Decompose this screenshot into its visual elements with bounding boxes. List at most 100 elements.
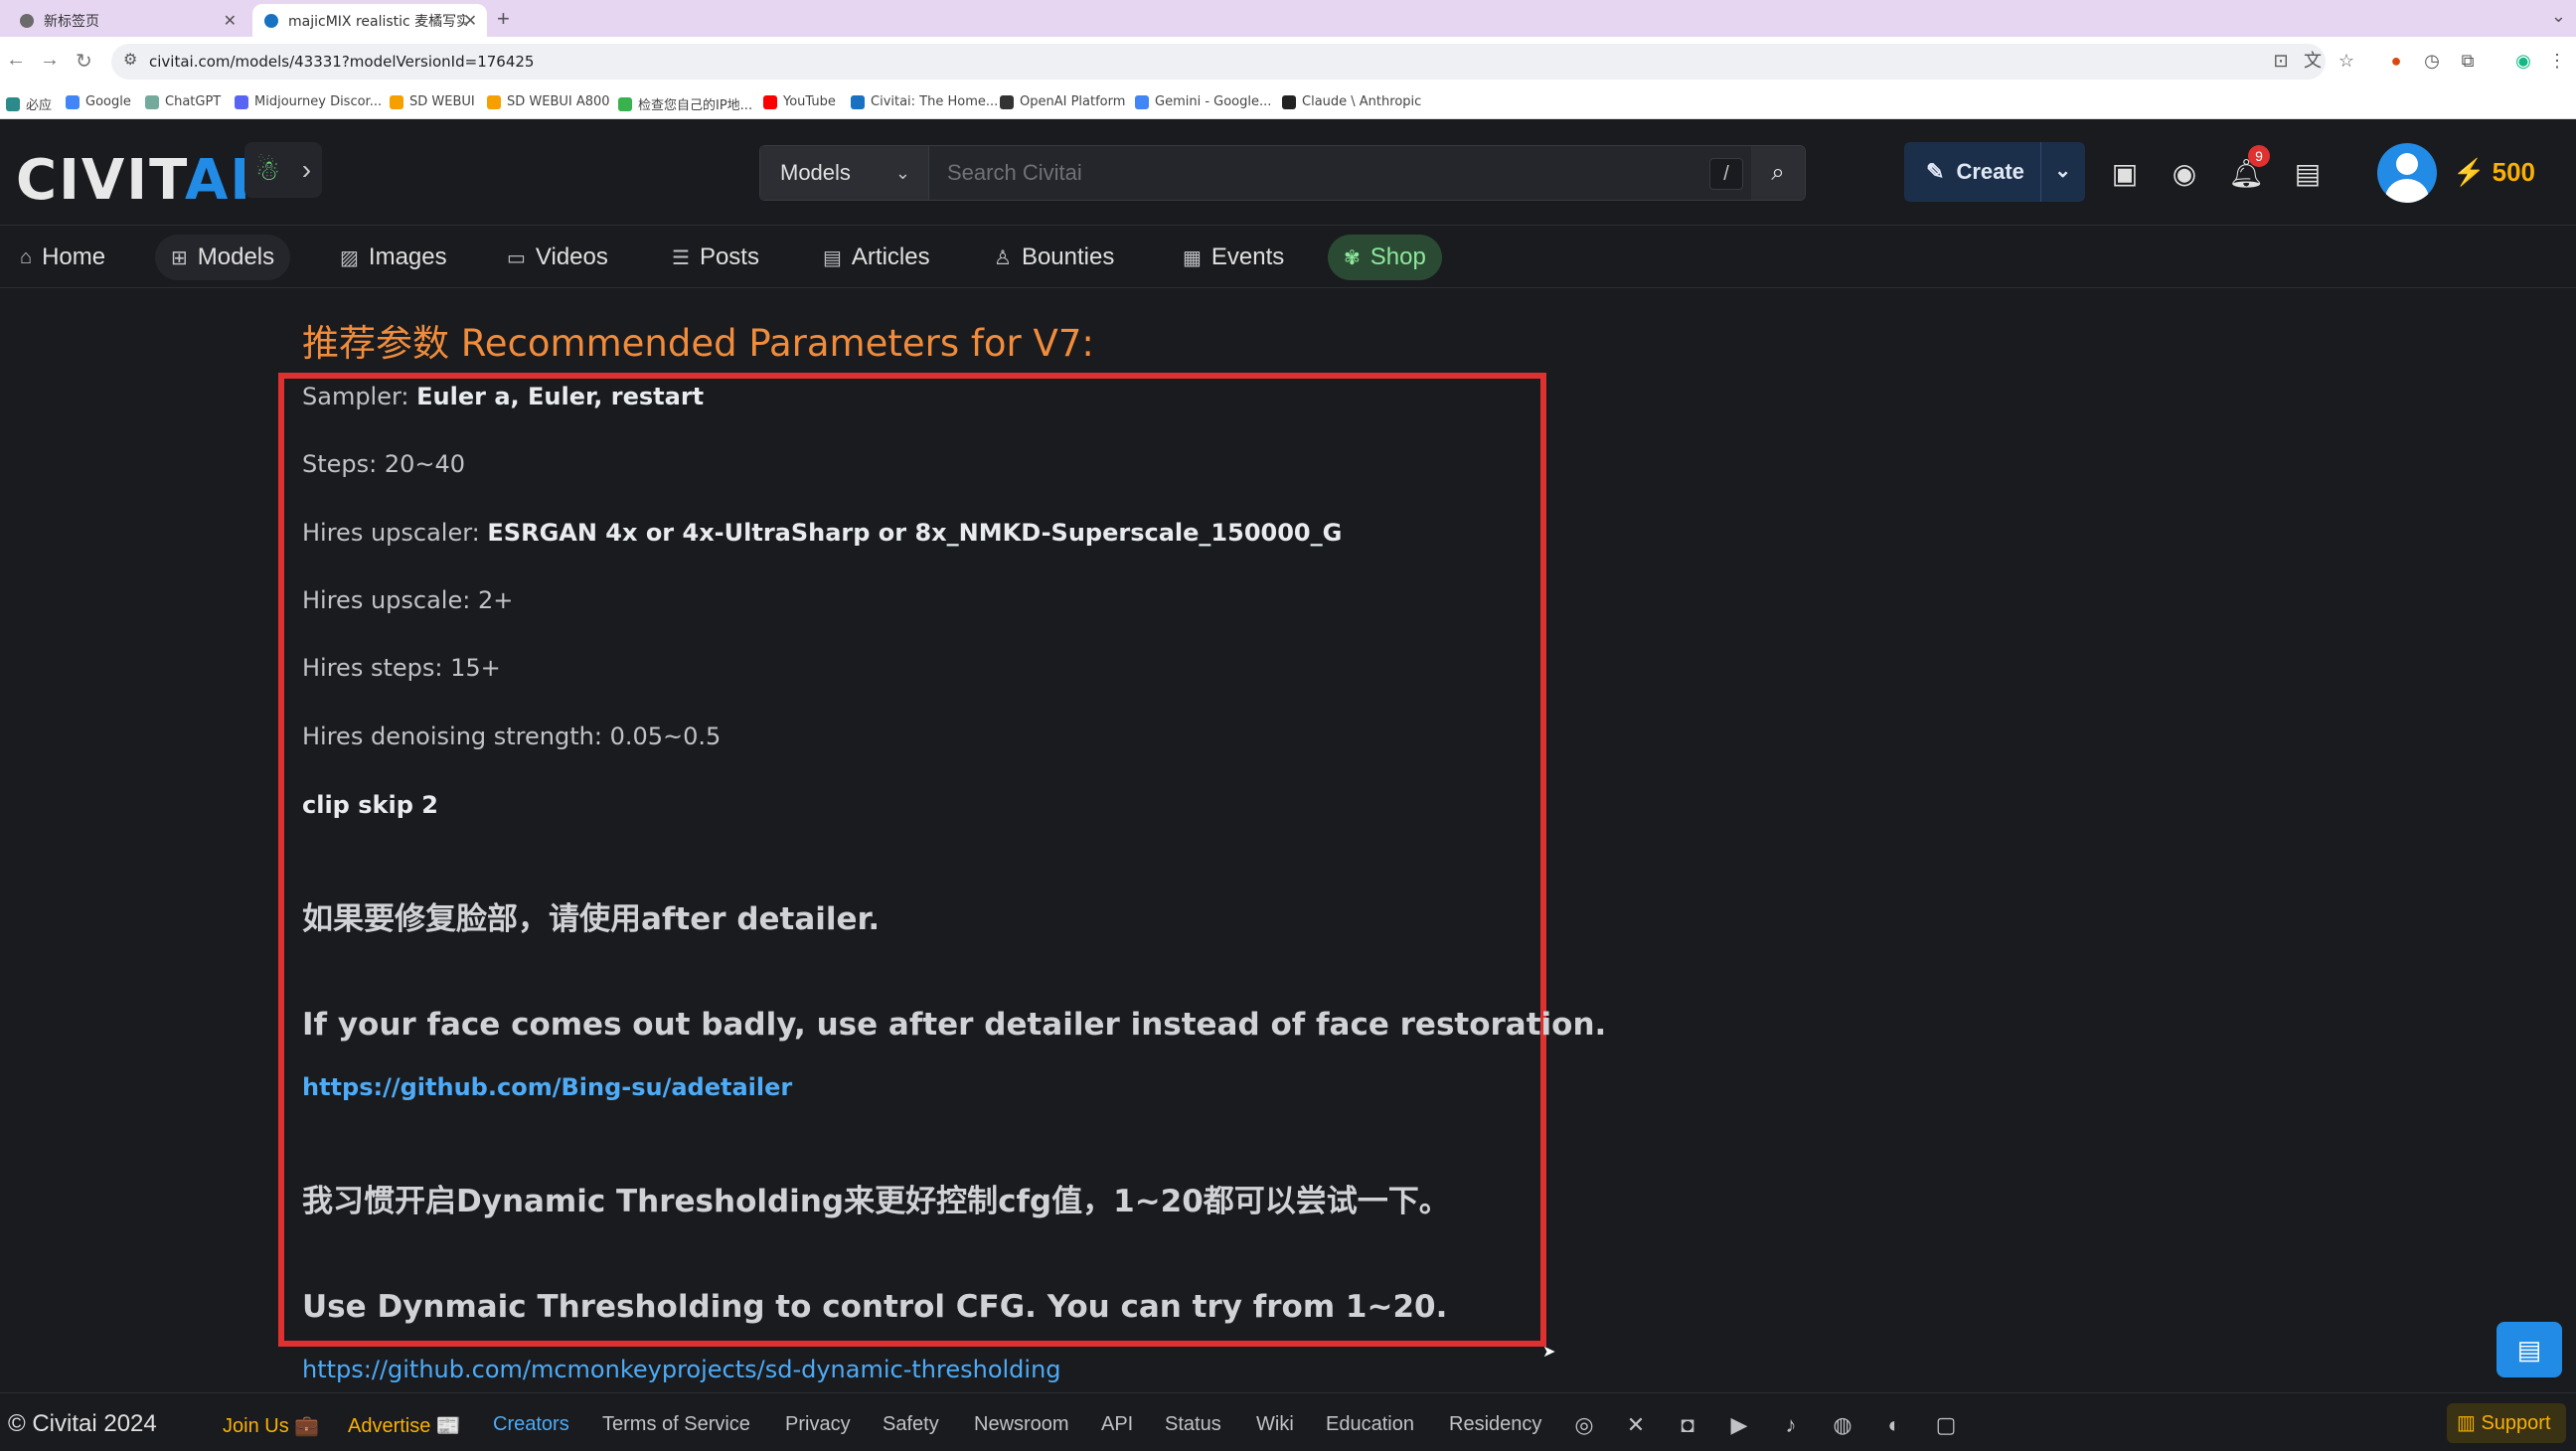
bookmark-item[interactable]: 检查您自己的IP地...	[618, 94, 752, 113]
search-input[interactable]: Search Civitai	[947, 160, 1082, 186]
param-hires-denoising: Hires denoising strength: 0.05~0.5	[302, 723, 722, 750]
param-clip-skip: clip skip 2	[302, 791, 438, 819]
browser-menu-icon[interactable]: ⋮	[2546, 50, 2568, 72]
bookmark-star-icon[interactable]: ☆	[2335, 50, 2357, 72]
bookmarks-bar: 必应 Google ChatGPT Midjourney Discor... S…	[0, 86, 2576, 119]
chat-support-button[interactable]: ▤	[2496, 1322, 2562, 1377]
bookmark-item[interactable]: YouTube	[763, 94, 836, 109]
browser-tab-newtab[interactable]: 新标签页 ✕	[8, 4, 246, 37]
generation-monitor-icon[interactable]: ▣	[2107, 156, 2143, 192]
bookmark-item[interactable]: 必应	[6, 94, 52, 113]
footer-wiki[interactable]: Wiki	[1256, 1413, 1294, 1436]
nav-videos[interactable]: ▭ Videos	[491, 235, 624, 280]
close-tab-icon[interactable]: ✕	[224, 11, 237, 30]
forward-icon[interactable]: →	[40, 49, 60, 72]
chat-bubble-icon: ▤	[2516, 1335, 2542, 1365]
discord-icon[interactable]: ◎	[1570, 1411, 1598, 1439]
dynamic-threshold-link[interactable]: https://github.com/mcmonkeyprojects/sd-d…	[302, 1356, 1061, 1383]
chrome-icon	[20, 13, 34, 28]
twitch-icon[interactable]: ▢	[1932, 1411, 1960, 1439]
browser-tab-civitai[interactable]: majicMIX realistic 麦橘写实 - ... ✕	[252, 4, 487, 37]
copyright: © Civitai 2024	[8, 1410, 157, 1437]
adetailer-link[interactable]: https://github.com/Bing-su/adetailer	[302, 1073, 792, 1101]
lightning-icon: ⚡	[2453, 157, 2486, 187]
nav-models[interactable]: ⊞ Models	[155, 235, 291, 280]
instagram-icon[interactable]: ◘	[1674, 1411, 1701, 1439]
param-hires-upscale: Hires upscale: 2+	[302, 586, 514, 614]
bookmark-item[interactable]: OpenAI Platform	[1000, 94, 1125, 109]
footer-safety[interactable]: Safety	[883, 1413, 939, 1436]
bookmark-item[interactable]: Gemini - Google...	[1135, 94, 1271, 109]
github-icon[interactable]: ◐	[1880, 1411, 1908, 1439]
nav-articles[interactable]: ▤ Articles	[807, 235, 946, 280]
bookmark-item[interactable]: Google	[66, 94, 131, 109]
face-note-zh: 如果要修复脸部，请使用after detailer.	[302, 901, 881, 937]
chevron-down-icon[interactable]: ⌄	[2054, 158, 2071, 183]
bounty-icon: ♙	[994, 246, 1012, 269]
footer-newsroom[interactable]: Newsroom	[974, 1413, 1069, 1436]
dynamic-threshold-note-zh: 我习惯开启Dynamic Thresholding来更好控制cfg值，1~20都…	[302, 1184, 1450, 1219]
nav-posts[interactable]: ☰ Posts	[656, 235, 775, 280]
article-icon: ▤	[823, 246, 842, 269]
main-nav: ⌂ Home ⊞ Models ▨ Images ▭ Videos ☰ Posts ▤ Ar…	[0, 227, 2576, 288]
nav-events[interactable]: ▦ Events	[1167, 235, 1300, 280]
bookmark-item[interactable]: SD WEBUI A800	[487, 94, 610, 109]
nav-home[interactable]: ⌂ Home	[4, 235, 121, 280]
search-scope-select[interactable]: Models ⌄	[760, 146, 929, 200]
bookmark-item[interactable]: SD WEBUI	[390, 94, 475, 109]
translate-icon[interactable]: 文	[2302, 50, 2324, 72]
profile-icon[interactable]: ◉	[2512, 50, 2534, 72]
extensions-icon[interactable]: ⧉	[2457, 50, 2479, 72]
civitai-logo[interactable]: CIVITAI	[16, 148, 252, 213]
support-button[interactable]: ▥ Support	[2447, 1403, 2566, 1443]
brush-icon: ✎	[1926, 159, 1945, 184]
reddit-icon[interactable]: ◍	[1829, 1411, 1856, 1439]
buzz-balance[interactable]: ⚡ 500	[2453, 157, 2535, 188]
address-bar[interactable]: ⚙ civitai.com/models/43331?modelVersionI…	[111, 44, 2326, 80]
event-banner-button[interactable]: ☃ ›	[244, 142, 322, 198]
browser-tab-bar: 新标签页 ✕ majicMIX realistic 麦橘写实 - ... ✕ +…	[0, 0, 2576, 37]
chat-icon[interactable]: ▤	[2290, 156, 2326, 192]
close-tab-icon[interactable]: ✕	[464, 11, 477, 30]
model-description: 推荐参数 Recommended Parameters for V7: Samp…	[0, 289, 2576, 1392]
bookmark-item[interactable]: ChatGPT	[145, 94, 221, 109]
shop-icon: ✾	[1344, 246, 1361, 269]
bookmark-item[interactable]: Claude \ Anthropic	[1282, 94, 1421, 109]
history-icon[interactable]: ◷	[2421, 50, 2443, 72]
install-app-icon[interactable]: ⊡	[2270, 50, 2292, 72]
reload-icon[interactable]: ↻	[76, 49, 92, 74]
tab-search-icon[interactable]: ⌄	[2551, 6, 2566, 27]
face-note-en: If your face comes out badly, use after …	[302, 1007, 1607, 1043]
extension-record-icon[interactable]: ●	[2385, 50, 2407, 72]
footer-terms[interactable]: Terms of Service	[602, 1413, 750, 1436]
footer-residency[interactable]: Residency	[1449, 1413, 1541, 1436]
bookmark-item[interactable]: Civitai: The Home...	[851, 94, 998, 109]
tiktok-icon[interactable]: ♪	[1777, 1411, 1805, 1439]
footer-api[interactable]: API	[1101, 1413, 1133, 1436]
browser-toolbar: ← → ↻ ⚙ civitai.com/models/43331?modelVe…	[0, 37, 2576, 86]
tab-title: majicMIX realistic 麦橘写实 - ...	[288, 13, 467, 30]
nav-images[interactable]: ▨ Images	[324, 235, 463, 280]
footer-join-us[interactable]: Join Us 💼	[223, 1413, 319, 1438]
bookmark-item[interactable]: Midjourney Discor...	[235, 94, 382, 109]
new-tab-icon[interactable]: +	[497, 6, 510, 32]
nav-shop[interactable]: ✾ Shop	[1328, 235, 1442, 280]
youtube-icon[interactable]: ▶	[1725, 1411, 1753, 1439]
browsing-level-eye-icon[interactable]: ◉	[2167, 156, 2202, 192]
support-icon: ▥	[2457, 1412, 2476, 1434]
footer-education[interactable]: Education	[1326, 1413, 1414, 1436]
nav-bounties[interactable]: ♙ Bounties	[978, 235, 1130, 280]
create-button[interactable]: ✎ Create ⌄	[1904, 142, 2085, 202]
snowman-icon: ☃	[254, 154, 280, 186]
param-steps: Steps: 20~40	[302, 450, 466, 478]
video-icon: ▭	[507, 246, 526, 269]
search-button[interactable]: ⌕	[1751, 146, 1805, 200]
back-icon[interactable]: ←	[6, 49, 26, 72]
footer-privacy[interactable]: Privacy	[785, 1413, 851, 1436]
x-twitter-icon[interactable]: ✕	[1622, 1411, 1650, 1439]
footer-status[interactable]: Status	[1165, 1413, 1221, 1436]
footer-advertise[interactable]: Advertise 📰	[348, 1413, 461, 1438]
avatar[interactable]	[2377, 143, 2437, 203]
footer-creators[interactable]: Creators	[493, 1413, 569, 1436]
site-settings-icon[interactable]: ⚙	[123, 50, 137, 70]
